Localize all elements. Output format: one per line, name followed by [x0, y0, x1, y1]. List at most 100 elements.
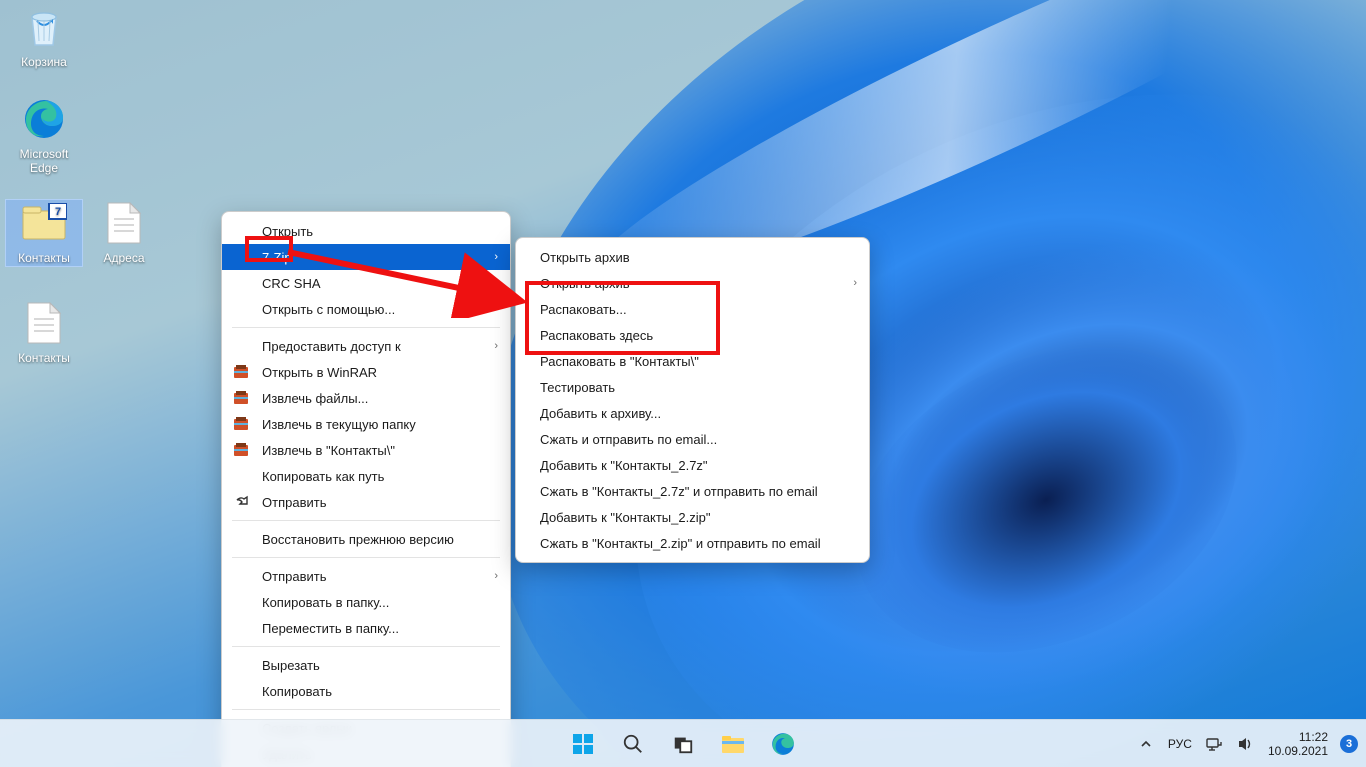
separator: [232, 709, 500, 710]
desktop-icon-edge[interactable]: Microsoft Edge: [6, 96, 82, 176]
ctx-item-open-winrar[interactable]: Открыть в WinRAR: [222, 359, 510, 385]
zip-compress-7z-email[interactable]: Сжать в "Контакты_2.7z" и отправить по e…: [516, 478, 869, 504]
zip-add-7z[interactable]: Добавить к "Контакты_2.7z": [516, 452, 869, 478]
ctx-item-label: Отправить: [262, 569, 326, 584]
edge-icon: [21, 96, 67, 142]
zip-add-to-archive[interactable]: Добавить к архиву...: [516, 400, 869, 426]
volume-icon[interactable]: [1236, 734, 1256, 754]
desktop-icon-label: Корзина: [6, 54, 82, 70]
ctx-item-label: Распаковать...: [540, 302, 627, 317]
ctx-item-label: Добавить к архиву...: [540, 406, 661, 421]
context-menu[interactable]: Открыть 7-Zip › CRC SHA › Открыть с помощь…: [221, 211, 511, 767]
zip-extract-to-folder[interactable]: Распаковать в "Контакты\": [516, 348, 869, 374]
svg-text:7: 7: [55, 206, 61, 218]
context-submenu-7zip[interactable]: Открыть архив Открыть архив› Распаковать…: [515, 237, 870, 563]
ctx-item-label: Распаковать в "Контакты\": [540, 354, 699, 369]
tray-overflow-button[interactable]: [1136, 734, 1156, 754]
start-button[interactable]: [562, 723, 604, 765]
winrar-icon: [232, 415, 250, 433]
ctx-item-copy[interactable]: Копировать: [222, 678, 510, 704]
ctx-item-restore-version[interactable]: Восстановить прежнюю версию: [222, 526, 510, 552]
desktop-icon-label: Контакты: [6, 350, 82, 366]
ctx-item-label: Открыть с помощью...: [262, 302, 395, 317]
ctx-item-label: Извлечь в "Контакты\": [262, 443, 395, 458]
zip-extract-here[interactable]: Распаковать здесь: [516, 322, 869, 348]
ctx-item-label: Извлечь файлы...: [262, 391, 368, 406]
network-icon[interactable]: [1204, 734, 1224, 754]
desktop-icon-contacts-archive[interactable]: 7 Контакты: [6, 200, 82, 266]
ctx-item-share[interactable]: Отправить: [222, 489, 510, 515]
zip-compress-email[interactable]: Сжать и отправить по email...: [516, 426, 869, 452]
archive-7z-icon: 7: [21, 200, 67, 246]
share-icon: [232, 493, 250, 511]
ctx-item-copy-as-path[interactable]: Копировать как путь: [222, 463, 510, 489]
zip-extract[interactable]: Распаковать...: [516, 296, 869, 322]
ctx-item-crc-sha[interactable]: CRC SHA ›: [222, 270, 510, 296]
desktop-icon-contacts-doc[interactable]: Контакты: [6, 300, 82, 366]
date-text: 10.09.2021: [1268, 744, 1328, 758]
ctx-item-extract-files[interactable]: Извлечь файлы...: [222, 385, 510, 411]
ctx-item-label: Отправить: [262, 495, 326, 510]
chevron-right-icon: ›: [494, 570, 498, 582]
search-button[interactable]: [612, 723, 654, 765]
ctx-item-label: 7-Zip: [262, 250, 292, 265]
chevron-right-icon: ›: [494, 340, 498, 352]
zip-open-archive[interactable]: Открыть архив: [516, 244, 869, 270]
winrar-icon: [232, 441, 250, 459]
zip-compress-zip-email[interactable]: Сжать в "Контакты_2.zip" и отправить по …: [516, 530, 869, 556]
ctx-item-label: Копировать: [262, 684, 332, 699]
ctx-item-label: Открыть в WinRAR: [262, 365, 377, 380]
zip-add-zip[interactable]: Добавить к "Контакты_2.zip": [516, 504, 869, 530]
ctx-item-7zip[interactable]: 7-Zip ›: [222, 244, 510, 270]
taskbar[interactable]: РУС 11:22 10.09.2021 3: [0, 719, 1366, 767]
ctx-item-label: Сжать в "Контакты_2.zip" и отправить по …: [540, 536, 821, 551]
ctx-item-open-with[interactable]: Открыть с помощью...: [222, 296, 510, 322]
zip-test[interactable]: Тестировать: [516, 374, 869, 400]
notifications-badge[interactable]: 3: [1340, 735, 1358, 753]
desktop-icon-recycle-bin[interactable]: Корзина: [6, 4, 82, 70]
ctx-item-label: Восстановить прежнюю версию: [262, 532, 454, 547]
winrar-icon: [232, 363, 250, 381]
ctx-item-label: Добавить к "Контакты_2.7z": [540, 458, 708, 473]
taskbar-tray: РУС 11:22 10.09.2021 3: [1136, 730, 1358, 758]
language-indicator[interactable]: РУС: [1168, 737, 1192, 751]
ctx-item-label: Открыть архив: [540, 250, 630, 265]
ctx-item-send-to[interactable]: Отправить ›: [222, 563, 510, 589]
ctx-item-cut[interactable]: Вырезать: [222, 652, 510, 678]
separator: [232, 646, 500, 647]
separator: [232, 520, 500, 521]
zip-open-archive-sub[interactable]: Открыть архив›: [516, 270, 869, 296]
separator: [232, 327, 500, 328]
ctx-item-extract-here[interactable]: Извлечь в текущую папку: [222, 411, 510, 437]
ctx-item-label: Открыть: [262, 224, 313, 239]
notifications-count: 3: [1346, 738, 1352, 750]
ctx-item-label: Тестировать: [540, 380, 615, 395]
time-text: 11:22: [1268, 730, 1328, 744]
chevron-right-icon: ›: [494, 251, 498, 263]
ctx-item-label: Вырезать: [262, 658, 320, 673]
ctx-item-label: Извлечь в текущую папку: [262, 417, 416, 432]
taskbar-center: [562, 723, 804, 765]
ctx-item-label: Переместить в папку...: [262, 621, 399, 636]
ctx-item-label: Сжать и отправить по email...: [540, 432, 717, 447]
task-view-button[interactable]: [662, 723, 704, 765]
ctx-item-label: Копировать в папку...: [262, 595, 389, 610]
text-file-icon: [21, 300, 67, 346]
ctx-item-label: Открыть архив: [540, 276, 630, 291]
ctx-item-open[interactable]: Открыть: [222, 218, 510, 244]
ctx-item-label: Предоставить доступ к: [262, 339, 401, 354]
clock[interactable]: 11:22 10.09.2021: [1268, 730, 1328, 758]
separator: [232, 557, 500, 558]
desktop-icon-label: Адреса: [86, 250, 162, 266]
desktop-icon-addresses[interactable]: Адреса: [86, 200, 162, 266]
edge-button[interactable]: [762, 723, 804, 765]
ctx-item-label: CRC SHA: [262, 276, 321, 291]
ctx-item-grant-access[interactable]: Предоставить доступ к ›: [222, 333, 510, 359]
file-explorer-button[interactable]: [712, 723, 754, 765]
ctx-item-label: Добавить к "Контакты_2.zip": [540, 510, 710, 525]
ctx-item-label: Сжать в "Контакты_2.7z" и отправить по e…: [540, 484, 818, 499]
ctx-item-move-to-folder[interactable]: Переместить в папку...: [222, 615, 510, 641]
ctx-item-copy-to-folder[interactable]: Копировать в папку...: [222, 589, 510, 615]
chevron-right-icon: ›: [494, 277, 498, 289]
ctx-item-extract-to-folder[interactable]: Извлечь в "Контакты\": [222, 437, 510, 463]
